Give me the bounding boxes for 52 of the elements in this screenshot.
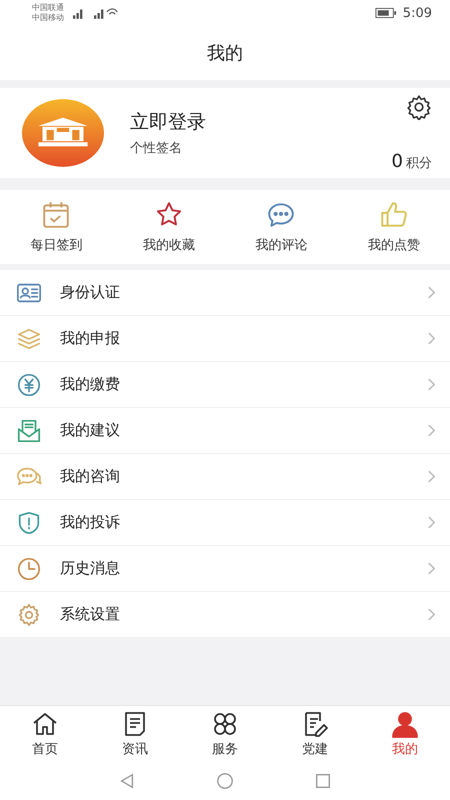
menu-label: 身份认证 bbox=[60, 283, 121, 302]
tab[interactable]: 我的 bbox=[360, 706, 450, 762]
menu-item[interactable]: 系统设置 bbox=[0, 592, 450, 638]
tab[interactable]: 资讯 bbox=[90, 706, 180, 762]
chevron-icon bbox=[427, 285, 436, 300]
action-label: 我的点赞 bbox=[368, 237, 420, 254]
action-label: 每日签到 bbox=[30, 237, 82, 254]
menu-item[interactable]: 我的投诉 bbox=[0, 500, 450, 546]
signature-text: 个性签名 bbox=[130, 140, 183, 157]
login-link[interactable]: 立即登录 bbox=[130, 109, 392, 135]
menu-label: 历史消息 bbox=[60, 559, 121, 578]
menu-label: 我的申报 bbox=[60, 329, 121, 348]
menu-label: 我的建议 bbox=[60, 421, 121, 440]
chevron-icon bbox=[427, 377, 436, 392]
back-icon[interactable] bbox=[118, 772, 136, 790]
clock-time: 5:09 bbox=[402, 6, 432, 20]
signal-icon bbox=[70, 6, 118, 20]
action-label: 我的收藏 bbox=[142, 237, 195, 254]
chevron-icon bbox=[427, 469, 436, 484]
carrier-name: 中国联通 bbox=[32, 3, 64, 13]
tab[interactable]: 服务 bbox=[180, 706, 270, 762]
chevron-icon bbox=[427, 331, 436, 346]
menu-label: 系统设置 bbox=[60, 605, 121, 624]
menu-item[interactable]: 我的申报 bbox=[0, 316, 450, 362]
carrier-name: 中国移动 bbox=[32, 13, 64, 23]
menu-label: 我的咨询 bbox=[60, 467, 121, 486]
menu-label: 我的缴费 bbox=[60, 375, 121, 394]
settings-icon[interactable] bbox=[406, 94, 432, 120]
recents-icon[interactable] bbox=[314, 772, 332, 790]
user-icon bbox=[391, 710, 419, 738]
menu-item[interactable]: 身份认证 bbox=[0, 270, 450, 316]
chevron-icon bbox=[427, 561, 436, 576]
menu-item[interactable]: 我的咨询 bbox=[0, 454, 450, 500]
battery-icon bbox=[374, 7, 397, 19]
calendar-icon[interactable] bbox=[41, 200, 72, 230]
menu-item[interactable]: 历史消息 bbox=[0, 546, 450, 592]
menu-item[interactable]: 我的缴费 bbox=[0, 362, 450, 408]
action-label: 我的评论 bbox=[255, 237, 308, 254]
chevron-icon bbox=[427, 515, 436, 530]
points-count: 0 bbox=[392, 151, 403, 172]
menu-item[interactable]: 我的建议 bbox=[0, 408, 450, 454]
tab[interactable]: 首页 bbox=[0, 706, 90, 762]
menu-label: 我的投诉 bbox=[60, 513, 121, 532]
chevron-icon bbox=[427, 423, 436, 438]
page-title: 我的 bbox=[207, 42, 243, 65]
home-icon bbox=[31, 710, 59, 738]
home-icon[interactable] bbox=[216, 772, 234, 790]
grid-icon bbox=[211, 710, 239, 738]
chevron-icon bbox=[427, 607, 436, 622]
avatar-icon[interactable] bbox=[22, 99, 104, 167]
points-label: 积分 bbox=[406, 155, 432, 172]
tab[interactable]: 党建 bbox=[270, 706, 360, 762]
